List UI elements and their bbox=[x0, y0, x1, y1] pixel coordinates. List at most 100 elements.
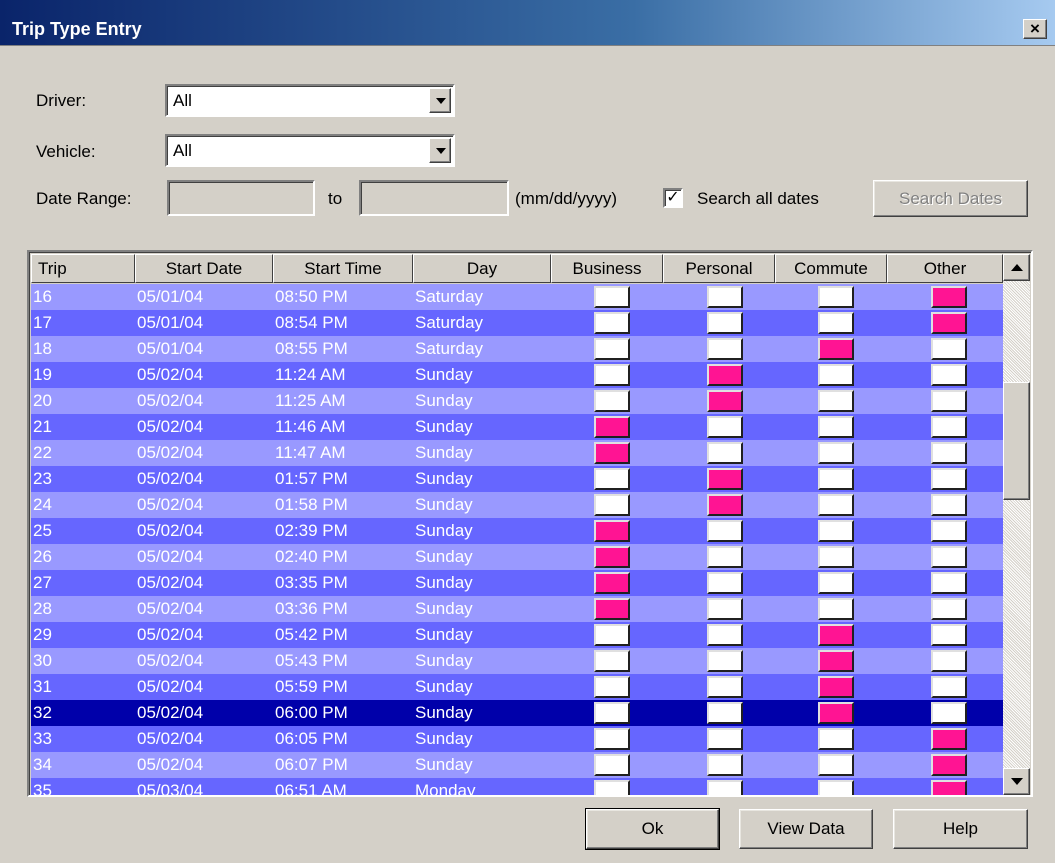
type-box-personal[interactable] bbox=[707, 572, 743, 594]
type-box-business[interactable] bbox=[594, 546, 630, 568]
search-all-dates-checkbox[interactable]: ✓ bbox=[663, 188, 683, 208]
type-box-personal[interactable] bbox=[707, 286, 743, 308]
type-box-personal[interactable] bbox=[707, 780, 743, 795]
table-row[interactable]: 22 05/02/04 11:47 AM Sunday bbox=[31, 440, 1003, 466]
type-box-commute[interactable] bbox=[818, 312, 854, 334]
scroll-thumb[interactable] bbox=[1003, 382, 1030, 500]
type-box-other[interactable] bbox=[931, 728, 967, 750]
column-header-commute[interactable]: Commute bbox=[775, 254, 887, 283]
date-to-field[interactable] bbox=[359, 180, 509, 216]
type-box-commute[interactable] bbox=[818, 702, 854, 724]
type-box-business[interactable] bbox=[594, 754, 630, 776]
ok-button[interactable]: Ok bbox=[585, 808, 720, 850]
type-box-other[interactable] bbox=[931, 702, 967, 724]
scroll-down-icon[interactable] bbox=[1003, 768, 1030, 795]
type-box-personal[interactable] bbox=[707, 312, 743, 334]
table-row[interactable]: 24 05/02/04 01:58 PM Sunday bbox=[31, 492, 1003, 518]
column-header-business[interactable]: Business bbox=[551, 254, 663, 283]
type-box-business[interactable] bbox=[594, 780, 630, 795]
type-box-personal[interactable] bbox=[707, 754, 743, 776]
column-header-trip[interactable]: Trip bbox=[31, 254, 135, 283]
type-box-other[interactable] bbox=[931, 468, 967, 490]
type-box-commute[interactable] bbox=[818, 468, 854, 490]
type-box-commute[interactable] bbox=[818, 780, 854, 795]
type-box-personal[interactable] bbox=[707, 364, 743, 386]
driver-dropdown-arrow-icon[interactable] bbox=[429, 88, 451, 113]
type-box-personal[interactable] bbox=[707, 702, 743, 724]
type-box-business[interactable] bbox=[594, 702, 630, 724]
type-box-personal[interactable] bbox=[707, 650, 743, 672]
type-box-business[interactable] bbox=[594, 312, 630, 334]
table-row[interactable]: 18 05/01/04 08:55 PM Saturday bbox=[31, 336, 1003, 362]
help-button[interactable]: Help bbox=[893, 809, 1028, 849]
type-box-other[interactable] bbox=[931, 572, 967, 594]
type-box-business[interactable] bbox=[594, 624, 630, 646]
type-box-other[interactable] bbox=[931, 286, 967, 308]
type-box-other[interactable] bbox=[931, 494, 967, 516]
vehicle-select[interactable]: All bbox=[165, 134, 455, 167]
grid-body[interactable]: 16 05/01/04 08:50 PM Saturday 17 05/01/04 08:5… bbox=[31, 284, 1003, 795]
table-row[interactable]: 28 05/02/04 03:36 PM Sunday bbox=[31, 596, 1003, 622]
type-box-personal[interactable] bbox=[707, 416, 743, 438]
type-box-commute[interactable] bbox=[818, 494, 854, 516]
type-box-other[interactable] bbox=[931, 442, 967, 464]
type-box-other[interactable] bbox=[931, 364, 967, 386]
table-row[interactable]: 35 05/03/04 06:51 AM Monday bbox=[31, 778, 1003, 795]
table-row[interactable]: 30 05/02/04 05:43 PM Sunday bbox=[31, 648, 1003, 674]
type-box-personal[interactable] bbox=[707, 624, 743, 646]
type-box-other[interactable] bbox=[931, 598, 967, 620]
type-box-personal[interactable] bbox=[707, 520, 743, 542]
view-data-button[interactable]: View Data bbox=[739, 809, 873, 849]
type-box-personal[interactable] bbox=[707, 442, 743, 464]
column-header-start-time[interactable]: Start Time bbox=[273, 254, 413, 283]
table-row[interactable]: 19 05/02/04 11:24 AM Sunday bbox=[31, 362, 1003, 388]
type-box-personal[interactable] bbox=[707, 546, 743, 568]
type-box-commute[interactable] bbox=[818, 390, 854, 412]
type-box-personal[interactable] bbox=[707, 598, 743, 620]
type-box-commute[interactable] bbox=[818, 754, 854, 776]
table-row[interactable]: 25 05/02/04 02:39 PM Sunday bbox=[31, 518, 1003, 544]
title-bar[interactable]: Trip Type Entry × bbox=[0, 0, 1055, 46]
table-row[interactable]: 31 05/02/04 05:59 PM Sunday bbox=[31, 674, 1003, 700]
type-box-commute[interactable] bbox=[818, 338, 854, 360]
type-box-business[interactable] bbox=[594, 572, 630, 594]
type-box-commute[interactable] bbox=[818, 624, 854, 646]
table-row[interactable]: 21 05/02/04 11:46 AM Sunday bbox=[31, 414, 1003, 440]
table-row[interactable]: 29 05/02/04 05:42 PM Sunday bbox=[31, 622, 1003, 648]
type-box-other[interactable] bbox=[931, 520, 967, 542]
table-row[interactable]: 16 05/01/04 08:50 PM Saturday bbox=[31, 284, 1003, 310]
type-box-business[interactable] bbox=[594, 676, 630, 698]
type-box-other[interactable] bbox=[931, 754, 967, 776]
table-row[interactable]: 32 05/02/04 06:00 PM Sunday bbox=[31, 700, 1003, 726]
type-box-other[interactable] bbox=[931, 390, 967, 412]
type-box-other[interactable] bbox=[931, 338, 967, 360]
column-header-personal[interactable]: Personal bbox=[663, 254, 775, 283]
column-header-other[interactable]: Other bbox=[887, 254, 1003, 283]
vertical-scrollbar[interactable] bbox=[1003, 254, 1030, 795]
table-row[interactable]: 33 05/02/04 06:05 PM Sunday bbox=[31, 726, 1003, 752]
type-box-other[interactable] bbox=[931, 312, 967, 334]
type-box-other[interactable] bbox=[931, 650, 967, 672]
type-box-commute[interactable] bbox=[818, 598, 854, 620]
type-box-business[interactable] bbox=[594, 494, 630, 516]
type-box-personal[interactable] bbox=[707, 676, 743, 698]
table-row[interactable]: 26 05/02/04 02:40 PM Sunday bbox=[31, 544, 1003, 570]
table-row[interactable]: 27 05/02/04 03:35 PM Sunday bbox=[31, 570, 1003, 596]
type-box-business[interactable] bbox=[594, 520, 630, 542]
type-box-commute[interactable] bbox=[818, 442, 854, 464]
table-row[interactable]: 20 05/02/04 11:25 AM Sunday bbox=[31, 388, 1003, 414]
type-box-other[interactable] bbox=[931, 676, 967, 698]
type-box-commute[interactable] bbox=[818, 520, 854, 542]
table-row[interactable]: 34 05/02/04 06:07 PM Sunday bbox=[31, 752, 1003, 778]
column-header-day[interactable]: Day bbox=[413, 254, 551, 283]
type-box-other[interactable] bbox=[931, 546, 967, 568]
type-box-commute[interactable] bbox=[818, 676, 854, 698]
type-box-commute[interactable] bbox=[818, 650, 854, 672]
type-box-personal[interactable] bbox=[707, 728, 743, 750]
type-box-business[interactable] bbox=[594, 468, 630, 490]
type-box-commute[interactable] bbox=[818, 416, 854, 438]
type-box-business[interactable] bbox=[594, 338, 630, 360]
type-box-personal[interactable] bbox=[707, 390, 743, 412]
type-box-business[interactable] bbox=[594, 416, 630, 438]
scroll-up-icon[interactable] bbox=[1003, 254, 1030, 281]
